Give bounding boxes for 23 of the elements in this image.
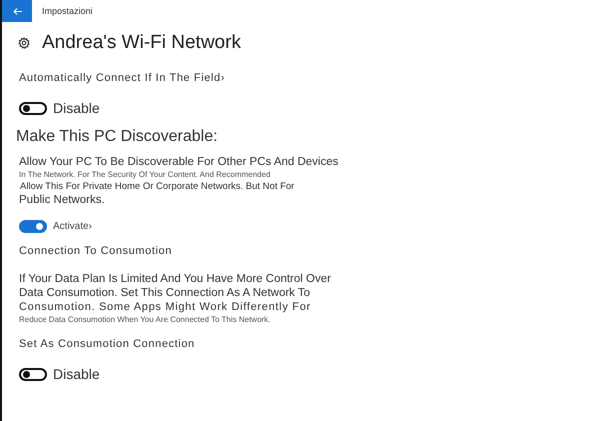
toggle-switch[interactable] xyxy=(19,220,47,233)
toggle-switch[interactable] xyxy=(19,368,47,380)
page-title: Andrea's Wi-Fi Network xyxy=(42,32,241,54)
description-line: Data Consumotion. Set This Connection As A Network To xyxy=(19,287,312,299)
description-line: Public Networks. xyxy=(19,194,106,206)
description-line: In The Network. For The Security Of Your Content. And Recommended xyxy=(19,170,272,179)
description-line: Consumotion. Some Apps Might Work Differently For xyxy=(19,301,312,313)
toggle-switch[interactable] xyxy=(19,102,47,114)
section-heading: Connection To Consumotion xyxy=(19,245,173,257)
gear-icon xyxy=(18,37,30,49)
toggle-label: Disable xyxy=(53,100,100,116)
description-line: Allow Your PC To Be Discoverable For Other PCs And Devices xyxy=(19,156,340,168)
toggle-label: Disable xyxy=(53,366,100,382)
window-title: Impostazioni xyxy=(42,6,93,16)
section-heading: Automatically Connect If In The Field› xyxy=(19,72,226,84)
back-arrow-icon xyxy=(12,8,22,14)
description-line: Allow This For Private Home Or Corporate Networks. But Not For xyxy=(20,181,296,192)
section-heading: Set As Consumotion Connection xyxy=(19,338,196,350)
back-button[interactable] xyxy=(2,0,32,22)
toggle-label: Activate› xyxy=(53,221,92,232)
description-line: Reduce Data Consumotion When You Are Connected To This Network. xyxy=(19,315,272,324)
description-line: If Your Data Plan Is Limited And You Have More Control Over xyxy=(19,273,332,285)
section-heading: Make This PC Discoverable: xyxy=(16,128,219,146)
